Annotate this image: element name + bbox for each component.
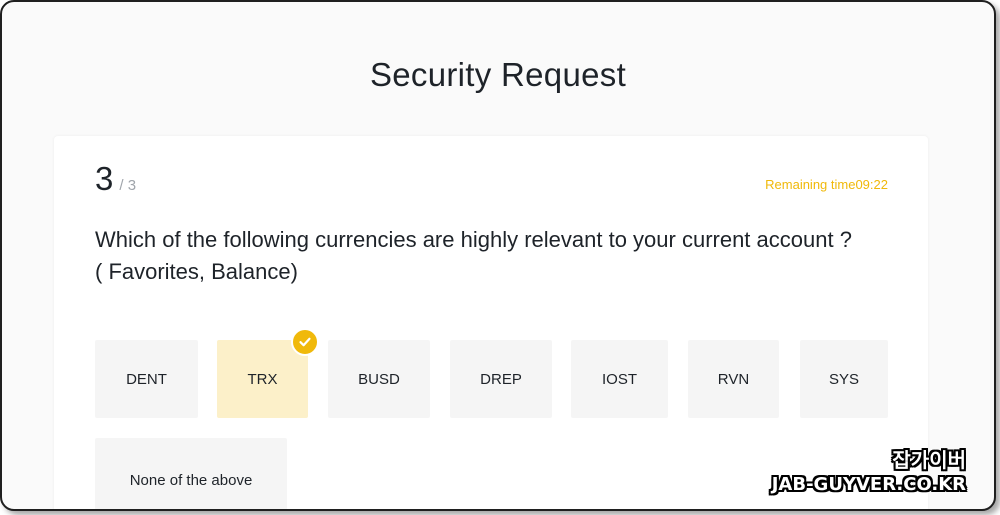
question-progress: 3 / 3 <box>95 160 136 198</box>
page-title: Security Request <box>369 56 627 93</box>
current-step: 3 <box>95 160 114 197</box>
option-label: RVN <box>717 370 750 388</box>
option-label: DREP <box>480 370 522 388</box>
total-steps: / 3 <box>119 177 137 194</box>
option-sys[interactable]: SYS <box>800 340 888 418</box>
option-dent[interactable]: DENT <box>95 340 198 418</box>
option-label: BUSD <box>358 370 400 388</box>
remaining-time: Remaining time09:22 <box>765 177 888 192</box>
option-iost[interactable]: IOST <box>571 340 668 418</box>
option-label: IOST <box>601 370 637 388</box>
option-drep[interactable]: DREP <box>450 340 552 418</box>
option-label: None of the above <box>129 471 253 489</box>
option-label: DENT <box>126 370 167 388</box>
watermark-domain: JAB-GUYVER.CO.KR <box>771 474 966 495</box>
option-none-of-the-above[interactable]: None of the above <box>95 438 287 509</box>
check-circle-icon <box>291 328 319 356</box>
watermark-korean: 잡가이버 <box>892 448 966 472</box>
question-text: Which of the following currencies are hi… <box>95 227 852 284</box>
watermark: 잡가이버 JAB-GUYVER.CO.KR <box>772 447 966 497</box>
option-busd[interactable]: BUSD <box>328 340 430 418</box>
option-rvn[interactable]: RVN <box>688 340 779 418</box>
option-label: TRX <box>247 370 278 388</box>
option-label: SYS <box>828 370 859 388</box>
option-trx[interactable]: TRX <box>217 328 319 418</box>
screenshot-frame: Security Request 3 / 3 Remaining time09:2… <box>0 0 996 511</box>
